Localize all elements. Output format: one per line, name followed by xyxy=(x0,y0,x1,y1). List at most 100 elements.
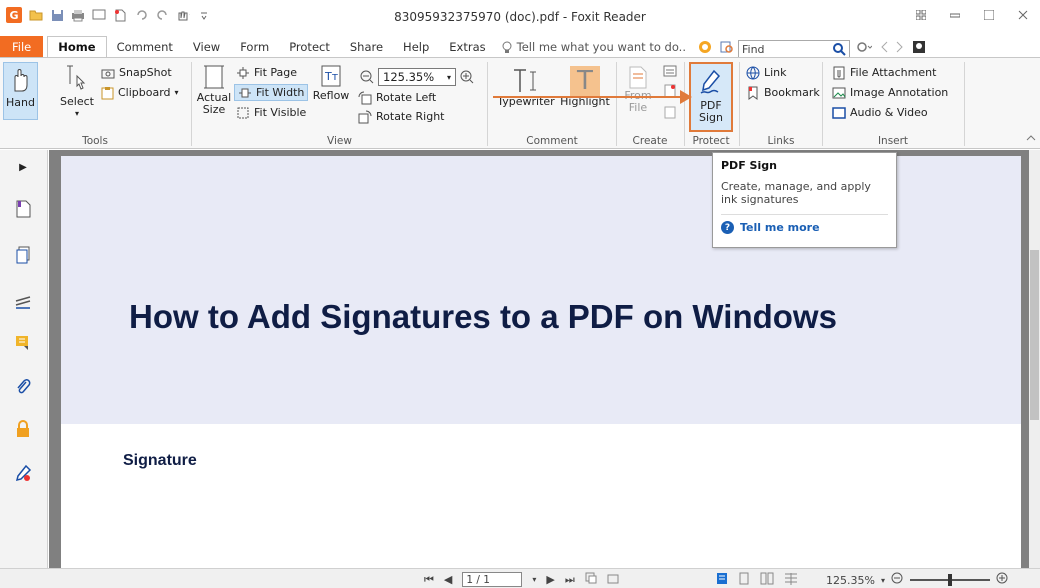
clipboard-page-icon[interactable] xyxy=(662,105,678,119)
previous-icon[interactable] xyxy=(880,41,888,53)
find-input[interactable]: Find xyxy=(738,40,850,58)
ribbon-display-icon[interactable] xyxy=(904,4,938,26)
highlight-button[interactable]: T Highlight xyxy=(560,66,610,108)
gear-icon[interactable] xyxy=(856,41,872,53)
zoom-slider-knob[interactable] xyxy=(947,574,952,586)
signature-panel-icon[interactable] xyxy=(12,462,34,484)
layers-panel-icon[interactable] xyxy=(12,290,34,312)
single-page-view-icon[interactable] xyxy=(716,572,728,588)
zoom-out-status-icon[interactable] xyxy=(891,572,904,588)
clipboard-dropdown-icon: ▾ xyxy=(174,88,179,97)
file-attachment-label: File Attachment xyxy=(850,66,937,79)
tab-help[interactable]: Help xyxy=(393,36,439,58)
tab-form[interactable]: Form xyxy=(230,36,279,58)
tooltip-description: Create, manage, and apply ink signatures xyxy=(721,180,871,206)
svg-text:Tт: Tт xyxy=(324,70,339,83)
fit-visible-button[interactable]: Fit Visible xyxy=(236,104,306,121)
zoom-slider[interactable] xyxy=(909,574,990,586)
status-bar: ⏮ ◀ 1 / 1 ▾ ▶ ⏭ 125.35% ▾ xyxy=(0,568,1040,588)
audio-video-button[interactable]: Audio & Video xyxy=(832,104,928,121)
continuous-view-icon[interactable] xyxy=(738,572,750,588)
first-page-icon[interactable]: ⏮ xyxy=(424,573,434,587)
page-dropdown-icon[interactable]: ▾ xyxy=(532,575,536,584)
zoom-in-status-icon[interactable] xyxy=(996,572,1009,588)
actual-size-button[interactable]: Actual Size xyxy=(197,64,231,116)
security-lock-icon[interactable] xyxy=(12,418,34,440)
search-icon[interactable] xyxy=(833,42,846,56)
hand-tool-button[interactable]: Hand xyxy=(3,62,38,120)
pages-panel-icon[interactable] xyxy=(12,244,34,266)
status-zoom-value[interactable]: 125.35% xyxy=(826,574,875,587)
reflow-button[interactable]: Tт Reflow xyxy=(313,64,349,102)
rotate-left-label: Rotate Left xyxy=(376,91,437,104)
fit-width-button[interactable]: Fit Width xyxy=(234,84,309,101)
user-account-icon[interactable] xyxy=(912,40,926,54)
zoom-out-icon[interactable] xyxy=(360,70,374,84)
ribbon-separator xyxy=(684,62,685,146)
bookmark-button[interactable]: Bookmark xyxy=(746,84,820,101)
copy-page-icon[interactable] xyxy=(585,572,597,587)
expand-panel-icon[interactable]: ▶ xyxy=(12,156,34,178)
select-label: Select xyxy=(60,95,94,108)
highlight-icon: T xyxy=(570,66,600,96)
tab-home[interactable]: Home xyxy=(47,36,107,58)
rotate-left-icon xyxy=(358,91,372,104)
maximize-icon[interactable] xyxy=(972,4,1006,26)
rotate-right-button[interactable]: Rotate Right xyxy=(358,108,444,125)
pdf-sign-label-2: Sign xyxy=(699,111,723,124)
image-annotation-button[interactable]: Image Annotation xyxy=(832,84,948,101)
clipboard-button[interactable]: Clipboard ▾ xyxy=(101,84,179,101)
ribbon-separator xyxy=(191,62,192,146)
rotate-left-button[interactable]: Rotate Left xyxy=(358,89,436,106)
camera-icon xyxy=(101,69,115,78)
clipboard-icon xyxy=(101,86,114,99)
comments-panel-icon[interactable] xyxy=(12,332,34,354)
bookmarks-panel-icon[interactable] xyxy=(12,198,34,220)
snapshot-button[interactable]: SnapShot xyxy=(101,64,172,81)
ribbon-separator xyxy=(487,62,488,146)
actual-size-icon xyxy=(204,65,224,89)
select-tool-button[interactable]: Select ▾ xyxy=(60,64,94,120)
page-number-input[interactable]: 1 / 1 xyxy=(462,572,523,587)
typewriter-button[interactable]: Typewriter xyxy=(494,66,558,108)
tell-me-search[interactable]: Tell me what you want to do.. xyxy=(496,36,692,58)
tab-file[interactable]: File xyxy=(0,36,44,58)
tab-protect[interactable]: Protect xyxy=(279,36,340,58)
find-panel-icon[interactable] xyxy=(720,40,734,54)
pdf-sign-button[interactable]: PDF Sign xyxy=(689,62,733,132)
vertical-scrollbar[interactable] xyxy=(1029,150,1040,568)
feedback-icon[interactable] xyxy=(698,40,712,54)
fit-page-button[interactable]: Fit Page xyxy=(236,64,297,81)
file-attachment-button[interactable]: File Attachment xyxy=(832,64,936,81)
close-icon[interactable] xyxy=(1006,4,1040,26)
zoom-in-icon[interactable] xyxy=(460,70,474,84)
collapse-ribbon-icon[interactable] xyxy=(1026,134,1036,142)
continuous-facing-view-icon[interactable] xyxy=(784,572,798,588)
attachments-panel-icon[interactable] xyxy=(12,376,34,398)
ribbon-tabs: File Home Comment View Form Protect Shar… xyxy=(0,36,1040,58)
tab-share[interactable]: Share xyxy=(340,36,393,58)
hand-label: Hand xyxy=(6,96,35,109)
facing-view-icon[interactable] xyxy=(760,572,774,588)
pdf-sign-tooltip: PDF Sign Create, manage, and apply ink s… xyxy=(712,152,897,248)
ribbon-separator xyxy=(964,62,965,146)
pen-sign-icon xyxy=(700,69,721,94)
zoom-select[interactable]: 125.35% ▾ xyxy=(378,68,456,86)
paste-page-icon[interactable] xyxy=(607,572,619,587)
tab-view[interactable]: View xyxy=(183,36,230,58)
last-page-icon[interactable]: ⏭ xyxy=(565,573,575,587)
previous-page-icon[interactable]: ◀ xyxy=(444,573,452,586)
tell-me-more-link[interactable]: ? Tell me more xyxy=(721,221,888,234)
tab-extras[interactable]: Extras xyxy=(439,36,495,58)
tab-comment[interactable]: Comment xyxy=(107,36,183,58)
next-icon[interactable] xyxy=(896,41,904,53)
scrollbar-thumb[interactable] xyxy=(1030,250,1039,420)
next-page-icon[interactable]: ▶ xyxy=(546,573,554,586)
scanner-icon[interactable] xyxy=(662,64,678,78)
group-label-view: View xyxy=(327,135,352,147)
status-zoom-dropdown-icon[interactable]: ▾ xyxy=(881,576,885,585)
link-button[interactable]: Link xyxy=(746,64,787,81)
from-file-button[interactable]: From File xyxy=(620,64,656,114)
bookmark-label: Bookmark xyxy=(764,86,820,99)
minimize-icon[interactable] xyxy=(938,4,972,26)
